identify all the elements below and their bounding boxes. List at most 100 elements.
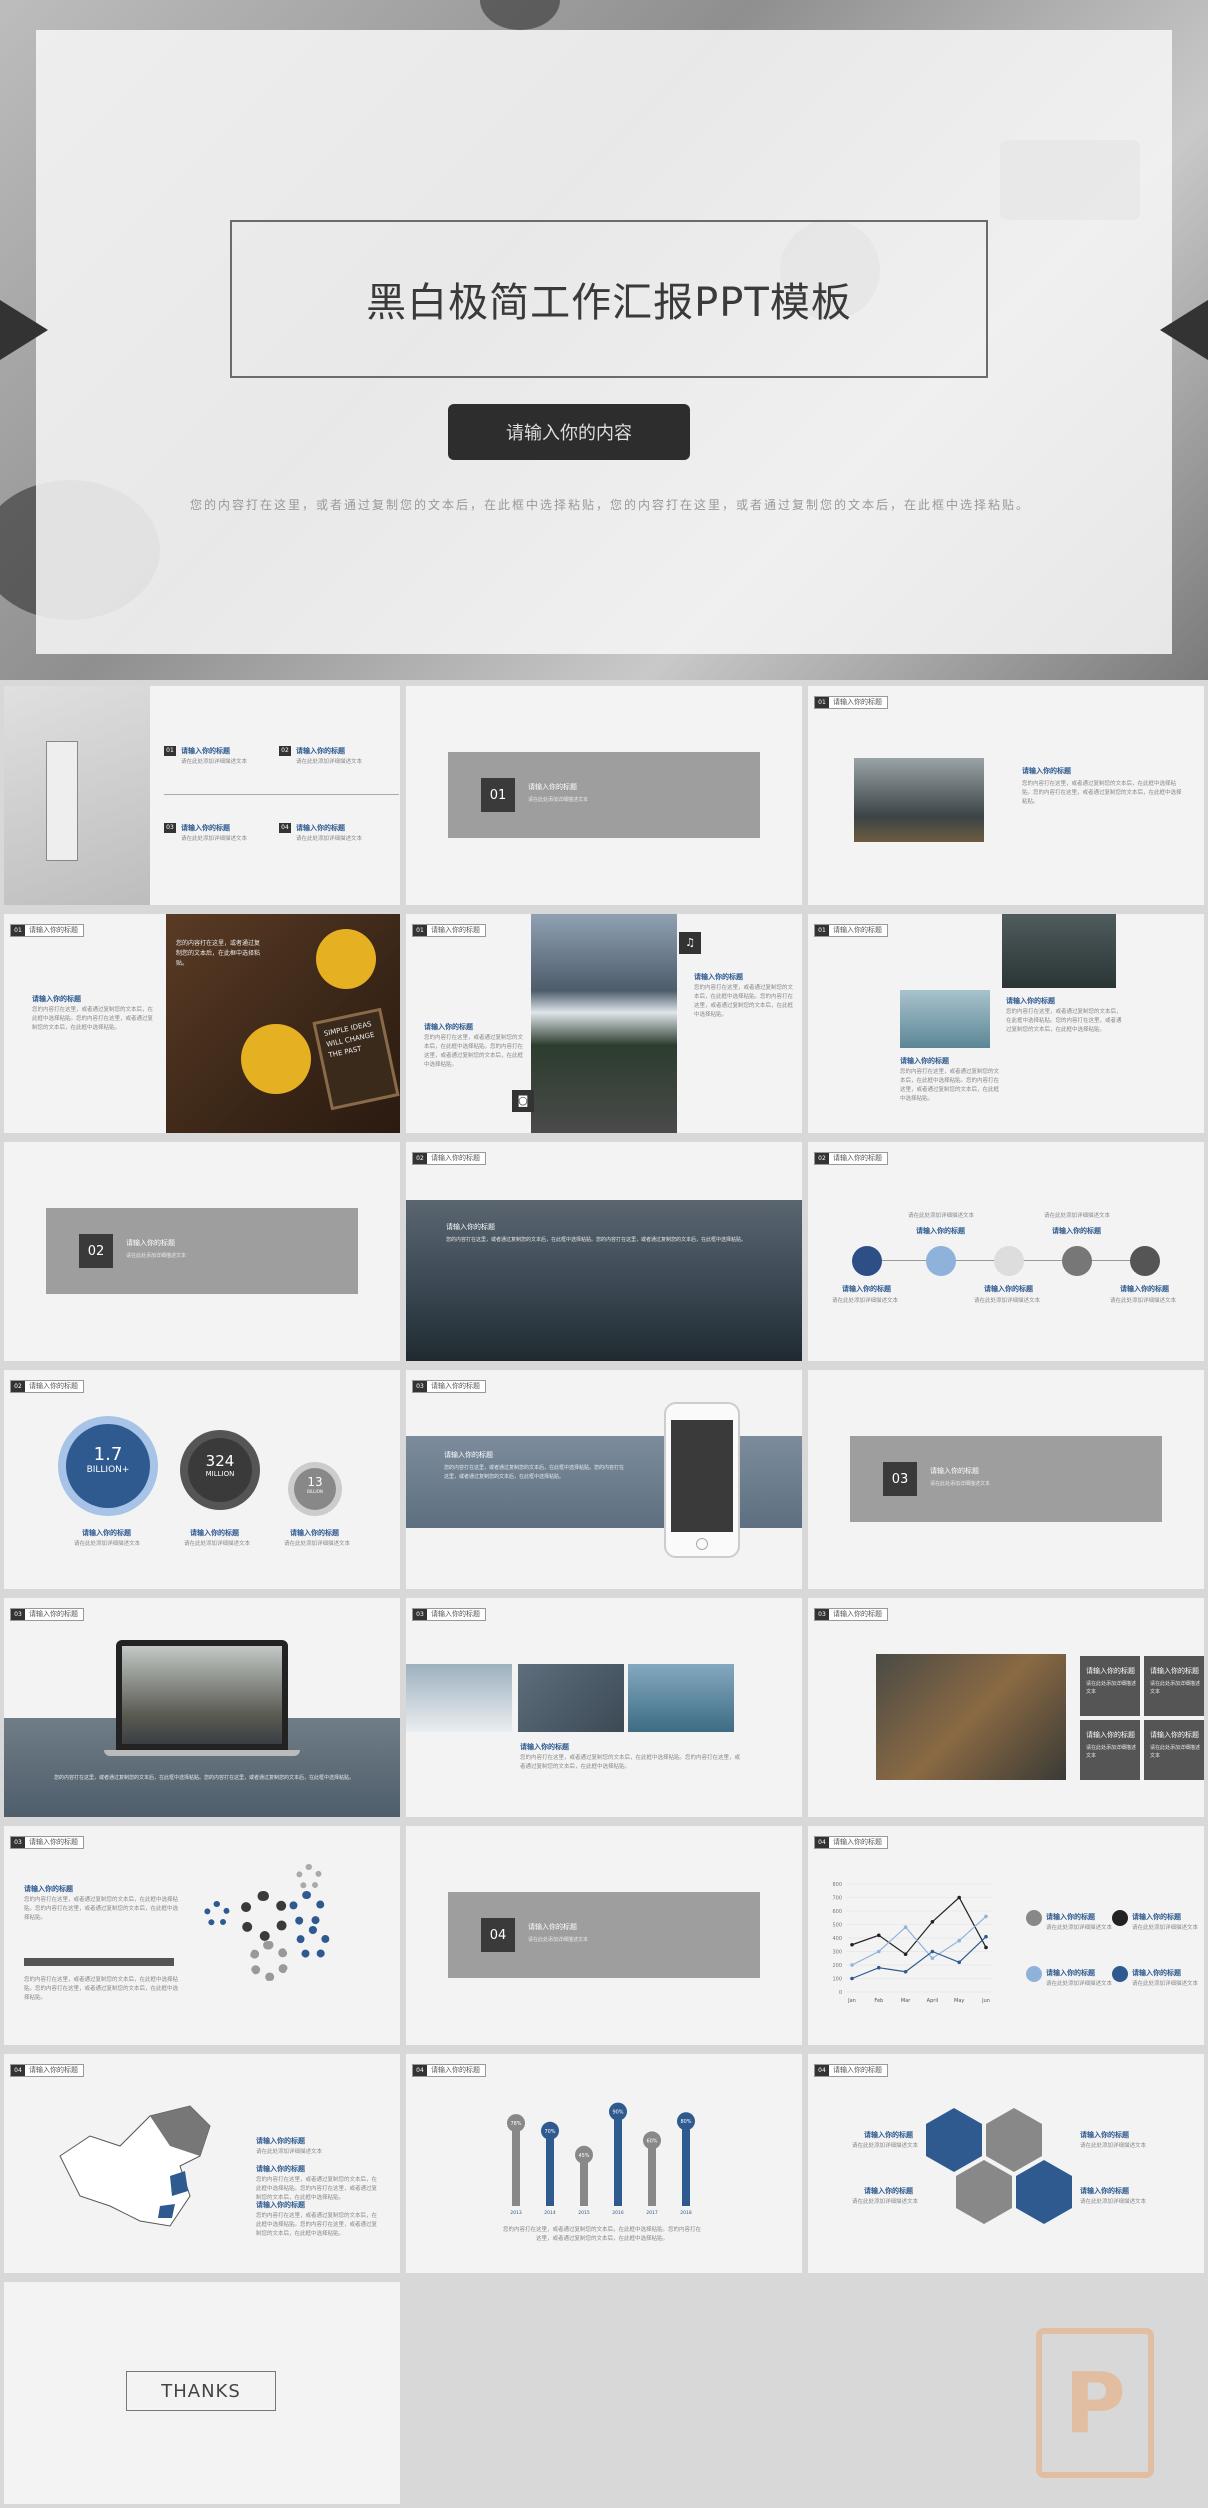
slide-tag-title: 请输入你的标题 <box>833 1838 882 1846</box>
slide-tag-num: 02 <box>815 1153 829 1164</box>
stat-value-2: 324 <box>205 1452 235 1470</box>
phone-mockup <box>664 1402 740 1558</box>
slide-heading: 请输入你的标题 <box>446 1223 495 1231</box>
y-tick-label: 0 <box>839 1990 842 1996</box>
gear-icon <box>249 1941 289 1981</box>
slide-forest[interactable]: 02 请输入你的标题 请输入你的标题 您的内容打在这里，或者通过复制您的文本后，在… <box>406 1142 802 1361</box>
slide-tag-title: 请输入你的标题 <box>431 2066 480 2074</box>
grid-title-2: 请输入你的标题 <box>1150 1667 1199 1675</box>
laptop-mockup <box>116 1640 288 1750</box>
slide-bar-chart[interactable]: 04 请输入你的标题 78% 2013 70% 2014 45% 2015 90% 2016 60… <box>406 2054 802 2273</box>
hex-desc-1: 请在此处添加详细描述文本 <box>851 2143 918 2149</box>
slide-three-photos[interactable]: 03 请输入你的标题 请输入你的标题 您的内容打在这里，或者通过复制您的文本后，在… <box>406 1598 802 1817</box>
map-desc-3: 您的内容打在这里，或者通过复制您的文本后，在此框中选择粘贴。您的内容打在这里，或… <box>256 2213 378 2237</box>
slide-text-2: 您的内容打在这里，或者通过复制您的文本后，在此框中选择粘贴。您的内容打在这里，或… <box>24 1977 179 2001</box>
slide-tag-num: 03 <box>413 1609 427 1620</box>
slide-tag: 04 请输入你的标题 <box>814 1836 888 1849</box>
title-frame: 黑白极简工作汇报PPT模板 <box>230 220 988 378</box>
slide-tag: 03 请输入你的标题 <box>412 1608 486 1621</box>
slide-process[interactable]: 02 请输入你的标题 请输入你的标题 请输入你的标题 请输入你的标题 请输入你的标… <box>808 1142 1204 1361</box>
content-button[interactable]: 请输入你的内容 <box>448 404 690 460</box>
data-point <box>957 1895 961 1900</box>
slide-whale[interactable]: 01 请输入你的标题 请输入你的标题 您的内容打在这里，或者通过复制您的文本后，在… <box>808 914 1204 1133</box>
toc-title-1: 请输入你的标题 <box>181 747 230 755</box>
slide-heading: 请输入你的标题 <box>1022 767 1071 775</box>
divider-bar <box>24 1958 174 1966</box>
data-point <box>877 1949 881 1954</box>
slide-section-02[interactable]: 02 请输入你的标题 请在此处添加详细描述文本 <box>4 1142 400 1361</box>
music-icon: ♫ <box>679 932 701 954</box>
gear-icon <box>239 1891 289 1941</box>
slide-text: 您的内容打在这里，或者通过复制您的文本后，在此框中选择粘贴。您的内容打在这里，或… <box>53 1775 354 1781</box>
watermark-stamp-logo: P <box>1036 2328 1154 2478</box>
data-point <box>903 1952 908 1956</box>
slide-tag-num: 02 <box>11 1381 25 1392</box>
x-tick-label: Feb <box>874 1998 883 2004</box>
slide-text-right: 您的内容打在这里，或者通过复制您的文本后，在此框中选择粘贴。您的内容打在这里，或… <box>1006 1009 1122 1033</box>
slide-tag-title: 请输入你的标题 <box>29 1610 78 1618</box>
data-point <box>903 1969 908 1974</box>
slide-section-01[interactable]: 01 请输入你的标题 请在此处添加详细描述文本 <box>406 686 802 905</box>
slide-hexagons[interactable]: 04 请输入你的标题 请输入你的标题 请在此处添加详细描述文本 请输入你的标题 请… <box>808 2054 1204 2273</box>
slide-mountain[interactable]: 01 请输入你的标题 ◙ ♫ 请输入你的标题 您的内容打在这里，或者通过复制您的文… <box>406 914 802 1133</box>
stat-title-1: 请输入你的标题 <box>82 1529 131 1537</box>
bar-value-label: 78% <box>510 2121 521 2127</box>
slide-tag: 03 请输入你的标题 <box>814 1608 888 1621</box>
slide-tag-title: 请输入你的标题 <box>29 1838 78 1846</box>
y-tick-label: 800 <box>832 1882 842 1888</box>
slide-fox[interactable]: 03 请输入你的标题 请输入你的标题 请在此处添加详细描述文本 请输入你的标题 请在此… <box>808 1598 1204 1817</box>
slide-heading-right: 请输入你的标题 <box>694 973 743 981</box>
bar-value-label: 90% <box>612 2110 623 2116</box>
slide-stats[interactable]: 02 请输入你的标题 1.7 BILLION+ 324 MILLION 13 BI… <box>4 1370 400 1589</box>
shield-hexagon-icon <box>956 2160 1012 2224</box>
data-point <box>903 1925 908 1929</box>
slide-tag-title: 请输入你的标题 <box>29 926 78 934</box>
stat-desc-3: 请在此处添加详细描述文本 <box>284 1541 351 1547</box>
slide-tag-title: 请输入你的标题 <box>833 926 882 934</box>
slide-tag-num: 03 <box>815 1609 829 1620</box>
bar-value-label: 60% <box>646 2138 657 2144</box>
grid-desc-4: 请在此处添加详细描述文本 <box>1150 1745 1201 1759</box>
slide-gears[interactable]: 03 请输入你的标题 请输入你的标题 您的内容打在这里，或者通过复制您的文本后，在… <box>4 1826 400 2045</box>
rocket-icon <box>1026 1966 1042 1982</box>
hero-description: 您的内容打在这里，或者通过复制您的文本后，在此框中选择粘贴，您的内容打在这里，或… <box>190 498 1031 512</box>
slide-tag-title: 请输入你的标题 <box>833 1154 882 1162</box>
slide-tag: 04 请输入你的标题 <box>10 2064 84 2077</box>
hex-desc-3: 请在此处添加详细描述文本 <box>851 2199 918 2205</box>
slide-photo-text[interactable]: 01 请输入你的标题 请输入你的标题 您的内容打在这里，或者通过复制您的文本后，在… <box>808 686 1204 905</box>
bar-chart: 78% 2013 70% 2014 45% 2015 90% 2016 60% 2017 80% 20… <box>507 2102 695 2214</box>
link-icon <box>1112 1966 1128 1982</box>
slide-map[interactable]: 04 请输入你的标题 请输入你的标题 请在此处添加详细描述文本 请输入你的标题 您… <box>4 2054 400 2273</box>
chart-note-desc-2: 请在此处添加详细描述文本 <box>1132 1925 1199 1931</box>
slide-heading-right: 请输入你的标题 <box>1006 997 1055 1005</box>
slide-tag-title: 请输入你的标题 <box>833 1610 882 1618</box>
step-desc-2: 请在此处添加详细描述文本 <box>908 1213 975 1219</box>
slide-phone[interactable]: 03 请输入你的标题 请输入你的标题 您的内容打在这里，或者通过复制您的文本后，在… <box>406 1370 802 1589</box>
stat-value-3: 13 <box>307 1475 323 1489</box>
target-icon <box>1062 1246 1092 1276</box>
toc-num-2: 02 <box>279 746 291 756</box>
data-point <box>984 1934 988 1939</box>
slide-text-1: 您的内容打在这里，或者通过复制您的文本后，在此框中选择粘贴。您的内容打在这里，或… <box>24 1897 179 1921</box>
slide-section-04[interactable]: 04 请输入你的标题 请在此处添加详细描述文本 <box>406 1826 802 2045</box>
hex-title-2: 请输入你的标题 <box>1080 2131 1129 2139</box>
map-icon <box>852 1246 882 1276</box>
series-line <box>851 1896 987 1956</box>
x-tick-label: Jan <box>847 1998 856 2004</box>
slide-tag-title: 请输入你的标题 <box>431 1154 480 1162</box>
data-point <box>984 1914 988 1919</box>
slide-coffee[interactable]: 01 请输入你的标题 请输入你的标题 您的内容打在这里，或者通过复制您的文本后，在… <box>4 914 400 1133</box>
bar-value-label: 70% <box>544 2129 555 2135</box>
slide-heading: 请输入你的标题 <box>520 1743 569 1751</box>
slide-line-chart[interactable]: 04 请输入你的标题 800 700 600 500 400 300 200 100 0 Jan Fe… <box>808 1826 1204 2045</box>
slide-laptop[interactable]: 03 请输入你的标题 您的内容打在这里，或者通过复制您的文本后，在此框中选择粘贴。… <box>4 1598 400 1817</box>
bar-category-label: 2013 <box>510 2210 522 2214</box>
stat-title-2: 请输入你的标题 <box>190 1529 239 1537</box>
speech-icon <box>1112 1910 1128 1926</box>
data-point <box>850 1942 854 1947</box>
slide-section-03[interactable]: 03 请输入你的标题 请在此处添加详细描述文本 <box>808 1370 1204 1589</box>
slide-toc[interactable]: 01 请输入你的标题 请在此处添加详细描述文本 02 请输入你的标题 请在此处添… <box>4 686 400 905</box>
chart-note-desc-3: 请在此处添加详细描述文本 <box>1046 1981 1113 1987</box>
snow-photo <box>406 1664 512 1732</box>
database-hexagon-icon <box>986 2108 1042 2172</box>
